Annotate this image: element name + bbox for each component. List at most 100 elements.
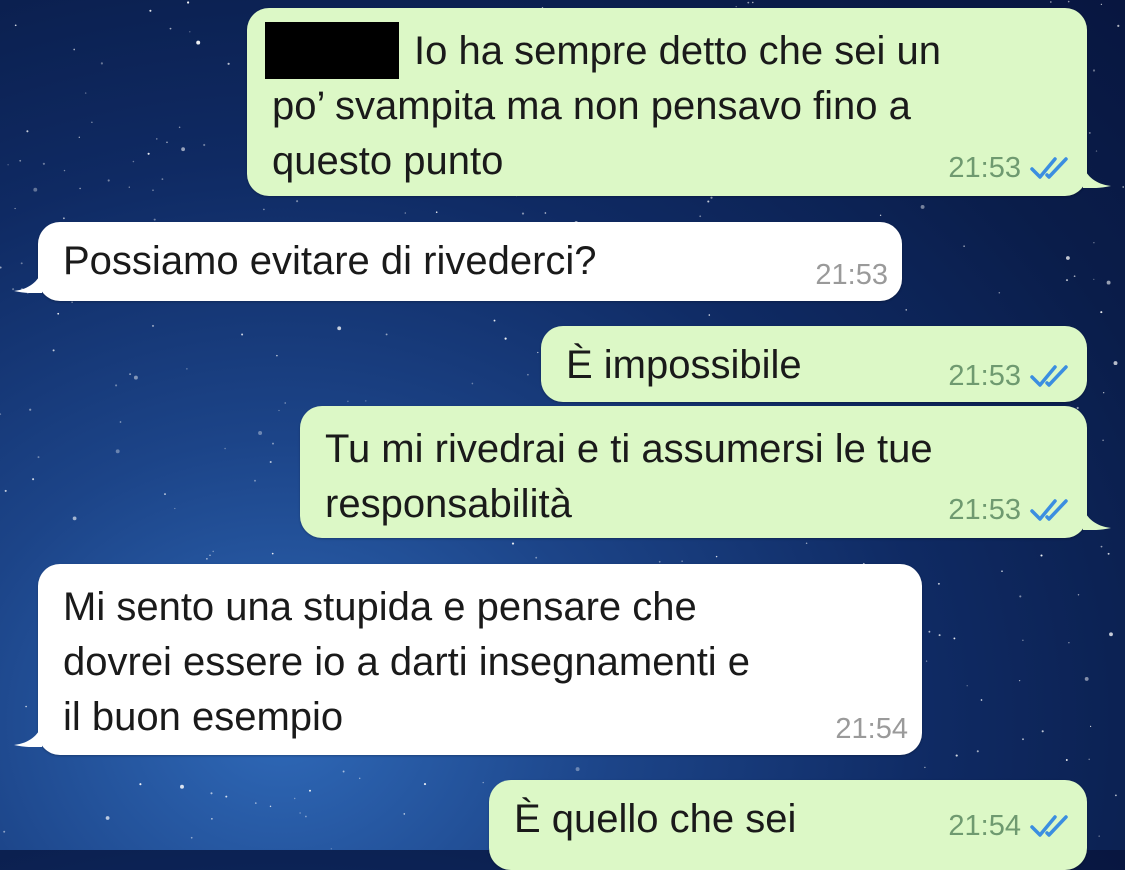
star	[186, 368, 188, 370]
star	[1040, 554, 1043, 557]
star	[7, 164, 9, 166]
star	[342, 770, 345, 773]
star	[258, 431, 263, 435]
double-check-read-icon	[1030, 365, 1068, 387]
star	[278, 409, 280, 412]
star	[19, 159, 22, 162]
star	[404, 212, 407, 214]
bubble-tail	[1083, 508, 1111, 530]
star	[544, 212, 547, 214]
star	[699, 215, 702, 218]
star	[20, 262, 23, 265]
star	[403, 813, 406, 815]
star	[133, 375, 138, 380]
star	[147, 152, 150, 155]
star	[263, 208, 265, 211]
message-meta: 21:53	[948, 360, 1073, 392]
star	[305, 815, 307, 818]
message-text: Possiamo evitare di rivederci?	[63, 239, 597, 283]
star	[14, 207, 16, 210]
star	[1022, 639, 1024, 641]
star	[129, 373, 132, 376]
star	[42, 162, 46, 165]
message-bubble-outgoing[interactable]: È impossibile 21:53	[541, 326, 1087, 402]
bubble-tail	[14, 271, 42, 293]
star	[187, 1, 190, 4]
star	[181, 147, 186, 152]
star	[710, 196, 713, 199]
star	[365, 400, 367, 402]
star	[1065, 759, 1068, 761]
star	[206, 558, 208, 560]
star	[385, 333, 388, 336]
message-time: 21:53	[948, 360, 1021, 392]
star	[504, 337, 507, 340]
star	[115, 449, 120, 454]
message-bubble-outgoing[interactable]: È quello che sei 21:54	[489, 780, 1087, 870]
star	[537, 351, 539, 354]
star	[57, 312, 60, 315]
double-check-read-icon	[1030, 499, 1068, 521]
star	[805, 542, 808, 545]
star	[879, 214, 882, 216]
star	[119, 421, 122, 423]
star	[980, 699, 983, 701]
star	[955, 754, 958, 757]
message-bubble-outgoing[interactable]: Tu mi rivedrai e ti assumersi le tue res…	[300, 406, 1111, 538]
star	[920, 204, 925, 209]
star	[1106, 280, 1111, 285]
star	[938, 634, 941, 637]
star	[63, 169, 66, 172]
star	[1068, 642, 1070, 644]
star	[73, 48, 76, 51]
star	[189, 31, 191, 33]
star	[241, 333, 244, 336]
message-meta: 21:53	[815, 259, 888, 291]
star	[1098, 835, 1100, 837]
star	[174, 507, 176, 510]
star	[169, 27, 172, 30]
star	[1117, 24, 1120, 27]
message-meta: 21:53	[948, 152, 1073, 184]
star	[493, 319, 496, 322]
star	[1103, 392, 1105, 394]
star	[180, 784, 184, 789]
star	[937, 582, 940, 585]
bubble-tail	[1083, 166, 1111, 188]
message-bubble-incoming[interactable]: Possiamo evitare di rivederci? 21:53	[14, 222, 902, 301]
star	[84, 92, 87, 94]
star	[1092, 69, 1096, 72]
star	[1114, 794, 1117, 797]
star	[0, 413, 2, 415]
star	[151, 324, 155, 327]
star	[209, 554, 211, 556]
message-meta: 21:54	[835, 713, 908, 745]
star	[37, 456, 40, 459]
star	[521, 212, 525, 215]
message-bubble-incoming[interactable]: Mi sento una stupida e pensare che dovre…	[14, 564, 922, 755]
star	[294, 797, 296, 800]
star	[25, 705, 27, 708]
star	[91, 121, 93, 123]
star	[953, 637, 956, 640]
message-meta: 21:53	[948, 494, 1073, 526]
star	[527, 373, 529, 376]
star	[928, 630, 931, 633]
message-bubble-outgoing[interactable]: Io ha sempre detto che sei un po’ svampi…	[247, 8, 1111, 196]
star	[166, 141, 168, 144]
star	[1065, 279, 1069, 282]
star	[178, 126, 181, 129]
star	[1018, 679, 1021, 682]
star	[254, 802, 257, 804]
star	[3, 830, 6, 833]
star	[435, 211, 438, 213]
message-text: È impossibile	[566, 343, 802, 387]
star	[153, 218, 156, 221]
star	[299, 812, 301, 814]
star	[358, 777, 361, 780]
star	[482, 781, 484, 784]
message-time: 21:53	[948, 152, 1021, 184]
star	[26, 130, 29, 133]
star	[1019, 595, 1022, 598]
star	[905, 309, 907, 311]
